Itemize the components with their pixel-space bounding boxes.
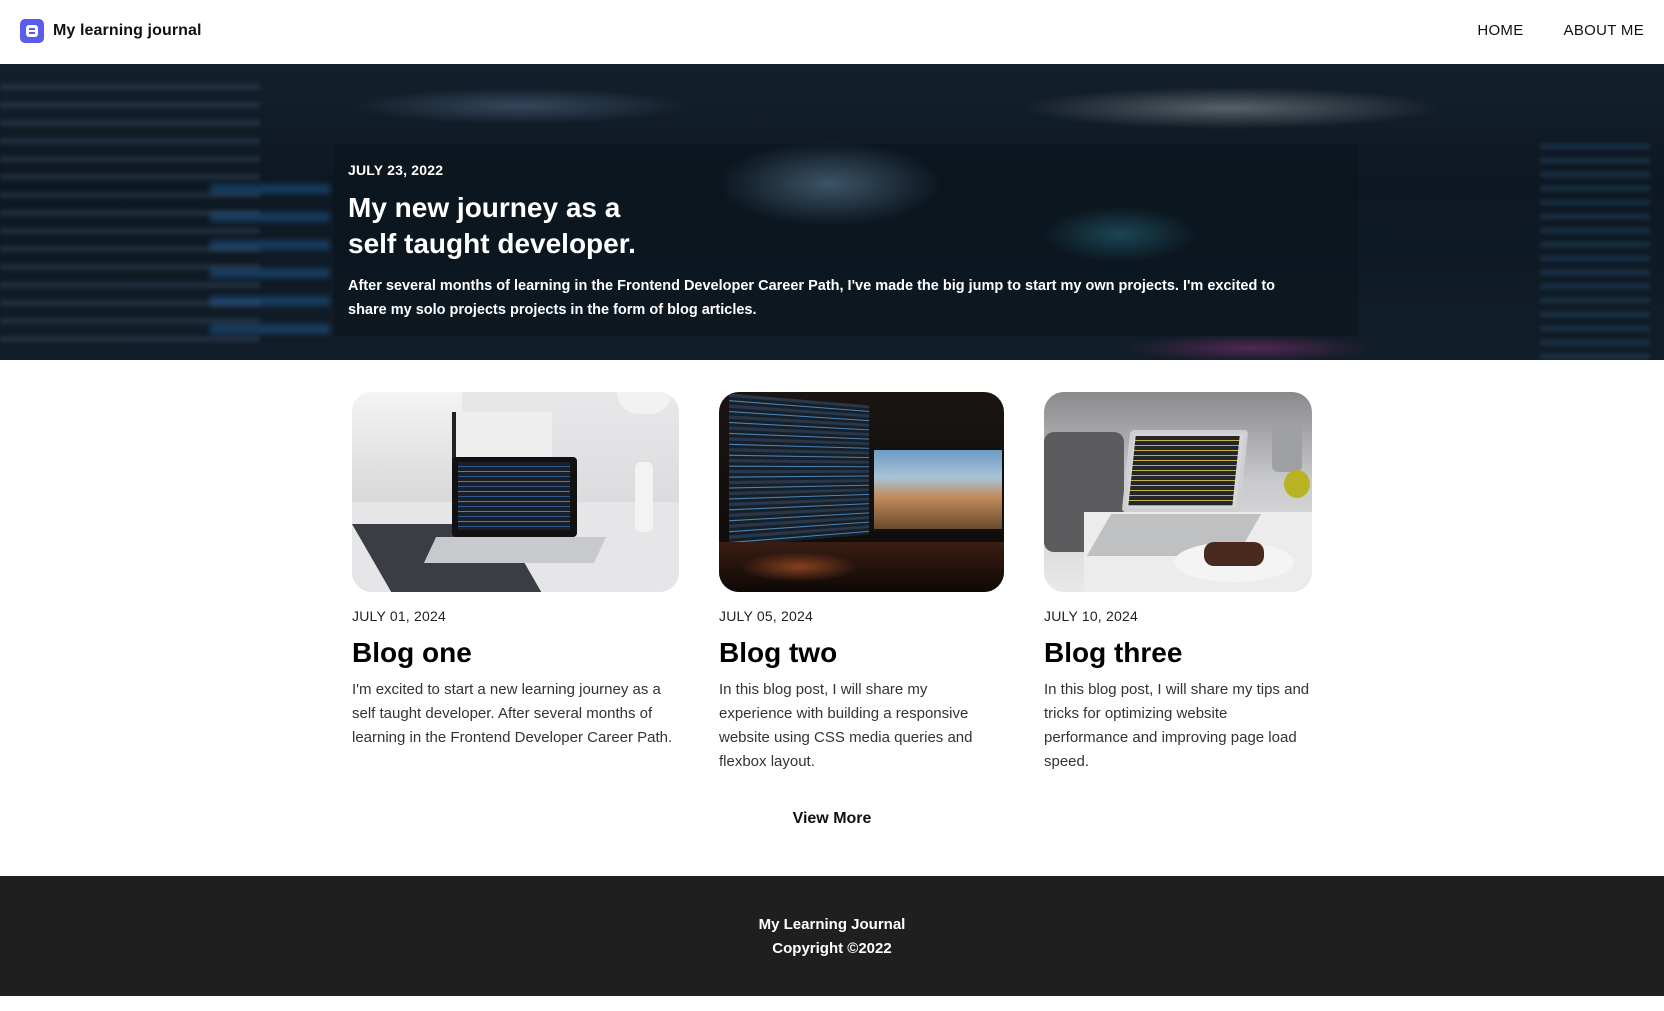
footer-copyright: Copyright ©2022	[772, 940, 892, 957]
hero-title[interactable]: My new journey as a self taught develope…	[348, 190, 648, 262]
blog-card-title[interactable]: Blog two	[719, 636, 1004, 670]
footer-site-name: My Learning Journal	[758, 916, 906, 933]
blog-card-date: JULY 05, 2024	[719, 608, 813, 624]
dual-monitor-setup-image[interactable]	[719, 392, 1004, 592]
blog-card[interactable]: JULY 10, 2024 Blog three In this blog po…	[1044, 392, 1312, 774]
blog-card-excerpt: In this blog post, I will share my tips …	[1044, 681, 1310, 770]
hero-date: JULY 23, 2022	[348, 162, 444, 178]
hero-banner[interactable]: JULY 23, 2022 My new journey as a self t…	[0, 64, 1664, 360]
brand[interactable]: My learning journal	[20, 19, 202, 43]
blog-card-date: JULY 01, 2024	[352, 608, 446, 624]
view-more-button[interactable]: View More	[793, 810, 872, 828]
hero-background-code-blur	[210, 184, 330, 344]
view-more-container: View More	[0, 810, 1664, 828]
brand-title: My learning journal	[53, 22, 202, 39]
laptop-with-cake-image[interactable]	[1044, 392, 1312, 592]
blogger-icon	[20, 19, 44, 43]
blog-card-excerpt: In this blog post, I will share my exper…	[719, 681, 973, 770]
top-navbar: My learning journal HOME ABOUT ME	[0, 0, 1664, 64]
hero-content: JULY 23, 2022 My new journey as a self t…	[348, 162, 1308, 322]
blog-card-title[interactable]: Blog three	[1044, 636, 1312, 670]
blog-post-grid: JULY 01, 2024 Blog one I'm excited to st…	[0, 392, 1664, 772]
laptop-on-desk-image[interactable]	[352, 392, 679, 592]
hero-description: After several months of learning in the …	[348, 278, 1276, 318]
nav-about-me-link[interactable]: ABOUT ME	[1564, 22, 1644, 39]
footer: My Learning Journal Copyright ©2022	[0, 876, 1664, 996]
main-nav: HOME ABOUT ME	[1477, 22, 1644, 39]
blog-card[interactable]: JULY 01, 2024 Blog one I'm excited to st…	[352, 392, 679, 750]
blog-card-excerpt: I'm excited to start a new learning jour…	[352, 681, 673, 746]
blog-card-date: JULY 10, 2024	[1044, 608, 1138, 624]
blog-card[interactable]: JULY 05, 2024 Blog two In this blog post…	[719, 392, 1004, 774]
nav-home-link[interactable]: HOME	[1477, 22, 1523, 39]
blog-card-title[interactable]: Blog one	[352, 636, 679, 670]
hero-background-code-blur	[1540, 144, 1650, 360]
